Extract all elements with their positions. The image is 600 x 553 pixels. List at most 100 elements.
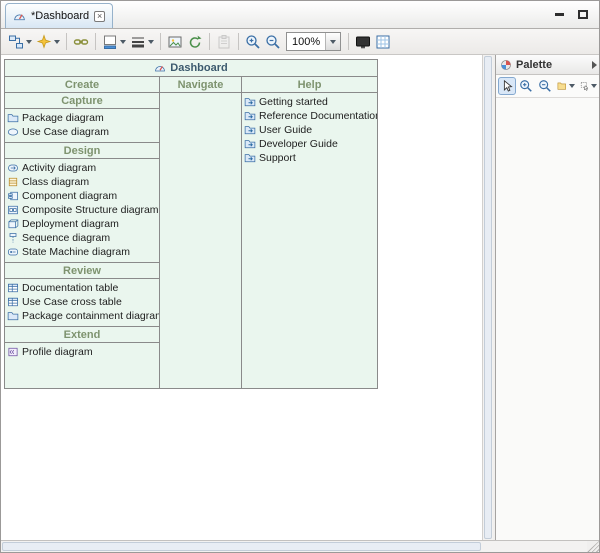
dashboard-item-composite-structure-diagram[interactable]: Composite Structure diagram bbox=[5, 203, 159, 217]
paste-button bbox=[214, 31, 234, 53]
new-diagram-button[interactable] bbox=[6, 31, 34, 53]
help-item-support[interactable]: Support bbox=[242, 151, 377, 165]
documentation-table-icon bbox=[7, 282, 19, 294]
vertical-scrollbar[interactable] bbox=[482, 55, 493, 540]
zoom-out-button[interactable] bbox=[263, 31, 283, 53]
use-case-diagram-icon bbox=[7, 126, 19, 138]
dashboard-item-profile-diagram[interactable]: Profile diagram bbox=[5, 345, 159, 359]
editor-area: Dashboard Create Capture Package diagram bbox=[1, 55, 599, 540]
screenshot-icon bbox=[355, 34, 371, 50]
dashboard-tab-icon bbox=[13, 10, 26, 23]
dashboard-item-use-case-diagram[interactable]: Use Case diagram bbox=[5, 125, 159, 139]
help-folder-icon bbox=[244, 138, 256, 150]
toolbar-separator bbox=[348, 33, 349, 50]
zoom-in-button[interactable] bbox=[243, 31, 263, 53]
palette-title: Palette bbox=[516, 59, 588, 71]
help-item-user-guide[interactable]: User Guide bbox=[242, 123, 377, 137]
navigate-column: Navigate bbox=[160, 77, 242, 388]
review-section-header: Review bbox=[5, 262, 159, 279]
horizontal-scrollbar[interactable] bbox=[1, 541, 587, 552]
select-tool-button[interactable] bbox=[498, 77, 516, 95]
extend-section-header: Extend bbox=[5, 326, 159, 343]
dashboard-item-use-case-cross-table[interactable]: Use Case cross table bbox=[5, 295, 159, 309]
item-label: Use Case diagram bbox=[22, 126, 109, 138]
item-label: Package containment diagram bbox=[22, 310, 159, 322]
dashboard-item-package-diagram[interactable]: Package diagram bbox=[5, 111, 159, 125]
dashboard-item-sequence-diagram[interactable]: Sequence diagram bbox=[5, 231, 159, 245]
state-machine-diagram-icon bbox=[7, 246, 19, 258]
refresh-icon bbox=[187, 34, 203, 50]
item-label: User Guide bbox=[259, 124, 312, 136]
dashboard-item-deployment-diagram[interactable]: Deployment diagram bbox=[5, 217, 159, 231]
profile-diagram-icon bbox=[7, 346, 19, 358]
capture-section-header: Capture bbox=[5, 93, 159, 109]
dashboard-item-state-machine-diagram[interactable]: State Machine diagram bbox=[5, 245, 159, 259]
item-label: Reference Documentation bbox=[259, 110, 377, 122]
horizontal-scrollbar-thumb[interactable] bbox=[2, 542, 481, 551]
design-items: Activity diagram Class diagram Component… bbox=[5, 159, 159, 262]
composite-structure-diagram-icon bbox=[7, 204, 19, 216]
tab-dashboard[interactable]: *Dashboard × bbox=[5, 3, 113, 28]
palette-folder-tool-button[interactable] bbox=[555, 77, 577, 95]
dashboard-item-component-diagram[interactable]: Component diagram bbox=[5, 189, 159, 203]
dashboard-item-package-containment-diagram[interactable]: Package containment diagram bbox=[5, 309, 159, 323]
link-icon bbox=[73, 34, 89, 50]
extend-items: Profile diagram bbox=[5, 343, 159, 362]
activity-diagram-icon bbox=[7, 162, 19, 174]
screenshot-button[interactable] bbox=[353, 31, 373, 53]
dashboard-title: Dashboard bbox=[170, 62, 227, 74]
zoom-in-icon bbox=[519, 79, 533, 93]
export-image-button[interactable] bbox=[165, 31, 185, 53]
palette-marquee-tool-button[interactable] bbox=[578, 77, 600, 95]
grid-button[interactable] bbox=[373, 31, 393, 53]
refresh-button[interactable] bbox=[185, 31, 205, 53]
palette-header[interactable]: Palette bbox=[496, 55, 600, 75]
chevron-down-icon bbox=[569, 84, 575, 88]
line-style-button[interactable] bbox=[128, 31, 156, 53]
marquee-icon bbox=[580, 79, 590, 93]
item-label: Activity diagram bbox=[22, 162, 96, 174]
help-item-getting-started[interactable]: Getting started bbox=[242, 95, 377, 109]
new-element-icon bbox=[36, 34, 52, 50]
toolbar-separator bbox=[160, 33, 161, 50]
grid-icon bbox=[375, 34, 391, 50]
help-items: Getting started Reference Documentation … bbox=[242, 93, 377, 168]
dashboard-panel[interactable]: Dashboard Create Capture Package diagram bbox=[4, 59, 378, 389]
palette-panel: Palette bbox=[495, 55, 600, 540]
minimize-icon bbox=[555, 13, 564, 16]
dashboard-item-documentation-table[interactable]: Documentation table bbox=[5, 281, 159, 295]
diagram-canvas[interactable]: Dashboard Create Capture Package diagram bbox=[1, 55, 482, 540]
help-folder-icon bbox=[244, 110, 256, 122]
item-label: Deployment diagram bbox=[22, 218, 119, 230]
fill-color-icon bbox=[102, 34, 118, 50]
palette-zoom-in-button[interactable] bbox=[517, 77, 535, 95]
maximize-button[interactable] bbox=[575, 7, 591, 21]
help-item-reference-documentation[interactable]: Reference Documentation bbox=[242, 109, 377, 123]
view-controls bbox=[551, 7, 591, 21]
zoom-combobox[interactable]: 100% bbox=[286, 32, 341, 51]
palette-collapse-arrow-icon[interactable] bbox=[592, 61, 597, 69]
palette-zoom-out-button[interactable] bbox=[536, 77, 554, 95]
dashboard-icon bbox=[154, 62, 166, 74]
dashboard-item-activity-diagram[interactable]: Activity diagram bbox=[5, 161, 159, 175]
dashboard-item-class-diagram[interactable]: Class diagram bbox=[5, 175, 159, 189]
palette-icon bbox=[500, 59, 512, 71]
folder-icon bbox=[557, 79, 567, 93]
capture-items: Package diagram Use Case diagram bbox=[5, 109, 159, 142]
zoom-value[interactable]: 100% bbox=[287, 36, 325, 48]
review-items: Documentation table Use Case cross table… bbox=[5, 279, 159, 326]
help-item-developer-guide[interactable]: Developer Guide bbox=[242, 137, 377, 151]
zoom-dropdown-button[interactable] bbox=[325, 33, 340, 50]
window-resize-grip[interactable] bbox=[587, 541, 599, 552]
new-element-button[interactable] bbox=[34, 31, 62, 53]
vertical-scrollbar-thumb[interactable] bbox=[484, 56, 492, 539]
editor-tab-bar: *Dashboard × bbox=[1, 1, 599, 29]
use-case-cross-table-icon bbox=[7, 296, 19, 308]
tab-close-icon[interactable]: × bbox=[94, 11, 105, 22]
link-elements-button[interactable] bbox=[71, 31, 91, 53]
minimize-button[interactable] bbox=[551, 7, 567, 21]
package-diagram-icon bbox=[7, 112, 19, 124]
diagram-toolbar: 100% bbox=[1, 29, 599, 55]
fill-color-button[interactable] bbox=[100, 31, 128, 53]
palette-body[interactable] bbox=[496, 98, 600, 540]
